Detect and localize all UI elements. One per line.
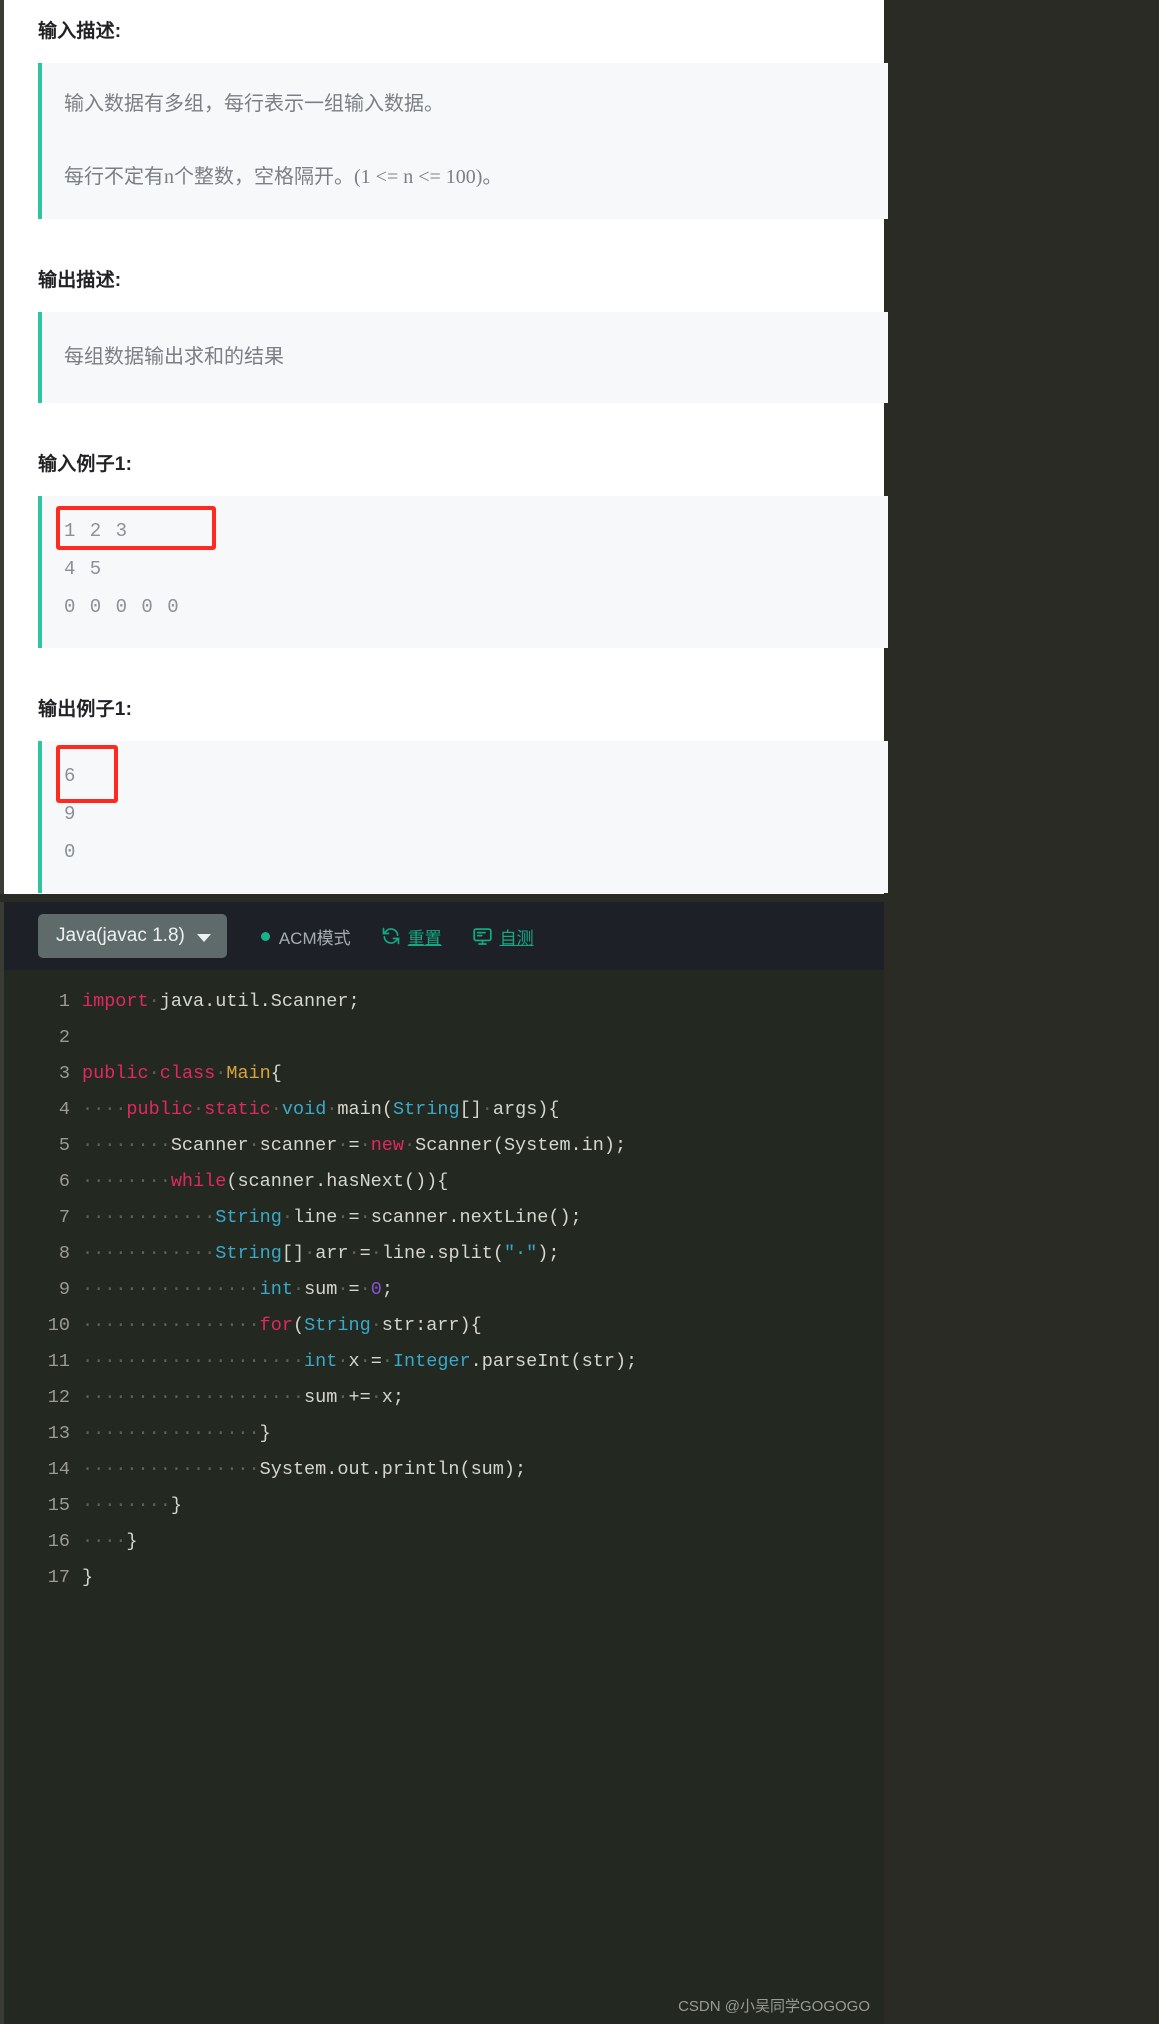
code-line: 13 ················}	[4, 1416, 884, 1452]
problem-description-panel: 输入描述: 输入数据有多组，每行表示一组输入数据。 每行不定有n个整数，空格隔开…	[0, 0, 888, 894]
language-select[interactable]: Java(javac 1.8)	[38, 914, 227, 958]
code-line-text: ············String·line·=·scanner.nextLi…	[82, 1207, 582, 1228]
code-line: 5 ········Scanner·scanner·=·new·Scanner(S…	[4, 1128, 884, 1164]
code-line-text: ········while(scanner.hasNext()){	[82, 1171, 449, 1192]
line-number: 15	[47, 1495, 70, 1516]
line-number: 4	[58, 1099, 70, 1120]
code-line-text: }	[82, 1567, 94, 1588]
output-example-line: 6	[64, 765, 77, 787]
code-line: 4 ····public·static·void·main(String[]·ar…	[4, 1092, 884, 1128]
line-number: 13	[47, 1423, 70, 1444]
code-line-text: ····public·static·void·main(String[]·arg…	[82, 1099, 560, 1120]
code-line-text: ················int·sum·=·0;	[82, 1279, 393, 1300]
input-example-block: 1 2 3 4 5 0 0 0 0 0	[38, 496, 888, 648]
line-number: 8	[58, 1243, 70, 1264]
code-line-text: ················}	[82, 1423, 271, 1444]
line-number: 9	[58, 1279, 70, 1300]
output-example-title: 输出例子1:	[38, 699, 133, 720]
page-root: 输入描述: 输入数据有多组，每行表示一组输入数据。 每行不定有n个整数，空格隔开…	[0, 0, 1159, 2024]
input-description-line: 输入数据有多组，每行表示一组输入数据。	[64, 93, 444, 115]
output-description-title: 输出描述:	[38, 270, 122, 291]
reset-label: 重置	[407, 928, 442, 948]
code-content[interactable]: 1 import·java.util.Scanner; 2 3 public·clas…	[4, 970, 884, 1596]
line-number: 5	[58, 1135, 70, 1156]
input-description-title: 输入描述:	[38, 21, 122, 42]
line-number: 16	[47, 1531, 70, 1552]
code-line: 17}	[4, 1560, 884, 1596]
line-number: 1	[58, 991, 70, 1012]
code-line: 9 ················int·sum·=·0;	[4, 1272, 884, 1308]
code-line-text: public·class·Main{	[82, 1063, 282, 1084]
code-line-text: ········}	[82, 1495, 182, 1516]
code-editor-panel: Java(javac 1.8) ACM模式 重置 自测 1 import·jav…	[0, 902, 884, 2024]
code-line: 11 ····················int·x·=·Integer.pa…	[4, 1344, 884, 1380]
editor-toolbar: Java(javac 1.8) ACM模式 重置 自测	[4, 902, 884, 970]
page-background-filler	[884, 0, 1159, 2024]
code-line: 15 ········}	[4, 1488, 884, 1524]
input-description-block: 输入数据有多组，每行表示一组输入数据。 每行不定有n个整数，空格隔开。(1 <=…	[38, 63, 888, 219]
refresh-icon	[381, 926, 401, 946]
code-line: 6 ········while(scanner.hasNext()){	[4, 1164, 884, 1200]
line-number: 14	[47, 1459, 70, 1480]
acm-mode-label: ACM模式	[278, 928, 351, 948]
line-number: 10	[47, 1315, 70, 1336]
code-line-text: ············String[]·arr·=·line.split("·…	[82, 1243, 560, 1264]
language-select-label: Java(javac 1.8)	[56, 925, 185, 946]
code-line-text	[82, 1020, 884, 1056]
code-line: 7 ············String·line·=·scanner.nextL…	[4, 1200, 884, 1236]
output-example-line: 9	[64, 803, 77, 825]
input-example-title: 输入例子1:	[38, 454, 133, 475]
selftest-button[interactable]: 自测	[472, 924, 534, 949]
code-line-text: ····}	[82, 1531, 138, 1552]
chevron-down-icon	[196, 933, 211, 942]
code-line: 2	[4, 1020, 884, 1056]
code-line: 16 ····}	[4, 1524, 884, 1560]
input-example-line: 1 2 3	[64, 520, 129, 542]
acm-mode-indicator: ACM模式	[260, 924, 351, 949]
code-line-text: ····················int·x·=·Integer.pars…	[82, 1351, 638, 1372]
input-description-line: 每行不定有n个整数，空格隔开。(1 <= n <= 100)。	[64, 166, 503, 188]
code-line-text: ················for(String·str:arr){	[82, 1315, 482, 1336]
output-description-line: 每组数据输出求和的结果	[64, 346, 284, 368]
output-example-line: 0	[64, 841, 77, 863]
input-example-line: 4 5	[64, 558, 103, 580]
code-line: 8 ············String[]·arr·=·line.split("…	[4, 1236, 884, 1272]
line-number: 11	[47, 1351, 70, 1372]
code-line: 3 public·class·Main{	[4, 1056, 884, 1092]
line-number: 6	[58, 1171, 70, 1192]
code-line-text: ················System.out.println(sum);	[82, 1459, 527, 1480]
output-description-block: 每组数据输出求和的结果	[38, 312, 888, 403]
code-line: 12 ····················sum·+=·x;	[4, 1380, 884, 1416]
code-line: 14 ················System.out.println(sum…	[4, 1452, 884, 1488]
reset-button[interactable]: 重置	[381, 924, 442, 949]
monitor-icon	[472, 926, 493, 947]
code-line-text: ····················sum·+=·x;	[82, 1387, 405, 1408]
line-number: 7	[58, 1207, 70, 1228]
watermark-text: CSDN @小吴同学GOGOGO	[678, 1998, 870, 2015]
code-line-text: ········Scanner·scanner·=·new·Scanner(Sy…	[82, 1135, 627, 1156]
line-number: 12	[47, 1387, 70, 1408]
input-example-line: 0 0 0 0 0	[64, 596, 181, 618]
line-number: 2	[58, 1027, 70, 1048]
selftest-label: 自测	[499, 928, 534, 948]
line-number: 3	[58, 1063, 70, 1084]
code-line: 1 import·java.util.Scanner;	[4, 984, 884, 1020]
code-line-text: import·java.util.Scanner;	[82, 991, 360, 1012]
line-number: 17	[47, 1567, 70, 1588]
code-line: 10 ················for(String·str:arr){	[4, 1308, 884, 1344]
status-dot-icon	[260, 931, 270, 941]
output-example-block: 6 9 0	[38, 741, 888, 893]
